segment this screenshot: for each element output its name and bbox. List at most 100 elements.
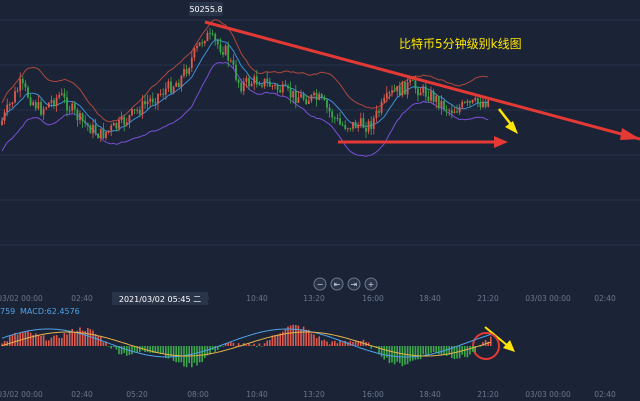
time-tick-label: 10:40 xyxy=(246,294,268,303)
candle-body xyxy=(255,76,258,85)
candle-body xyxy=(289,88,292,98)
candle-body xyxy=(456,111,458,113)
time-tick-label: 13:20 xyxy=(303,294,325,303)
candle-body xyxy=(237,79,240,83)
candle-body xyxy=(346,128,349,130)
candle-body xyxy=(305,99,308,104)
candle-body xyxy=(404,82,406,95)
macd-bar xyxy=(388,346,391,364)
candle-body xyxy=(190,57,193,69)
macd-bar xyxy=(469,346,471,355)
candle-body xyxy=(349,128,352,130)
macd-bar xyxy=(471,346,474,352)
candle-body xyxy=(229,60,232,62)
candle-body xyxy=(19,78,22,91)
time-tick-label: 05:20 xyxy=(126,390,148,399)
candle-body xyxy=(50,100,53,103)
candle-body xyxy=(68,110,71,112)
candle-body xyxy=(466,100,469,103)
candle-body xyxy=(16,90,19,92)
candle-body xyxy=(201,42,204,44)
candle-body xyxy=(323,97,326,101)
candle-body xyxy=(27,87,29,98)
macd-bar xyxy=(191,346,193,368)
candle-body xyxy=(112,123,115,126)
macd-bar xyxy=(146,346,149,352)
candle-body xyxy=(224,45,227,55)
candle-body xyxy=(29,97,32,106)
macd-bar xyxy=(172,346,175,362)
macd-bar xyxy=(438,346,440,355)
candle-body xyxy=(281,84,284,93)
candle-body xyxy=(372,118,375,129)
zoom-button-glyph: ⇥ xyxy=(351,280,358,289)
macd-bar xyxy=(380,346,383,357)
zoom-button-glyph: ⇤ xyxy=(334,280,341,289)
macd-bar xyxy=(349,340,352,346)
macd-bar xyxy=(435,346,437,353)
candle-body xyxy=(271,85,274,87)
candle-body xyxy=(14,91,16,103)
candle-body xyxy=(196,45,198,49)
macd-bar xyxy=(87,327,89,346)
chart-title: 比特币5分钟级别k线图 xyxy=(399,36,522,51)
macd-bar xyxy=(417,346,419,360)
macd-bar xyxy=(269,340,271,346)
candle-body xyxy=(279,89,282,93)
macd-bar xyxy=(68,331,71,346)
time-tick-label: 13:20 xyxy=(303,390,325,399)
candle-body xyxy=(292,90,295,98)
candle-body xyxy=(326,100,328,108)
macd-bar xyxy=(422,346,424,355)
candle-body xyxy=(123,116,126,125)
candle-body xyxy=(266,78,269,82)
price-marker: 50255.8 xyxy=(189,2,223,16)
candle-body xyxy=(482,101,484,108)
scroll-end-button[interactable]: ⇥ xyxy=(347,277,361,291)
candle-body xyxy=(8,104,11,106)
candle-body xyxy=(157,93,159,104)
macd-bar xyxy=(248,343,250,346)
macd-bar xyxy=(266,340,268,346)
candle-body xyxy=(333,117,336,119)
macd-bar xyxy=(204,346,206,358)
scroll-start-button[interactable]: ⇤ xyxy=(330,277,344,291)
macd-bar xyxy=(334,340,336,346)
candle-body xyxy=(206,32,209,41)
chart-canvas: 50255.8 比特币5分钟级别k线图 − ⇤ ⇥ + 03/02 00:00 02:4… xyxy=(0,2,640,399)
macd-bar xyxy=(66,334,68,346)
candle-body xyxy=(406,82,409,95)
zoom-out-button[interactable]: − xyxy=(313,277,327,291)
macd-bar xyxy=(45,340,47,346)
downtrend-arrowhead xyxy=(620,128,640,140)
candle-body xyxy=(432,91,435,102)
candle-body xyxy=(352,121,354,129)
candle-body xyxy=(84,121,87,124)
candle-body xyxy=(248,78,250,87)
macd-bar xyxy=(27,331,29,346)
candle-body xyxy=(131,109,133,116)
candle-body xyxy=(359,118,362,125)
zoom-in-button[interactable]: + xyxy=(364,277,378,291)
candle-body xyxy=(40,102,42,115)
macd-bar xyxy=(289,325,292,346)
zoom-controls[interactable]: − ⇤ ⇥ + xyxy=(313,277,378,291)
candle-body xyxy=(424,86,427,97)
candle-body xyxy=(105,131,107,138)
zoom-button-glyph: − xyxy=(317,280,324,289)
macd-bar xyxy=(315,338,318,346)
candle-body xyxy=(409,79,412,83)
macd-bar xyxy=(107,346,110,347)
candle-body xyxy=(401,82,404,96)
candle-body xyxy=(21,78,24,84)
candle-body xyxy=(58,94,61,98)
candle-body xyxy=(73,103,76,110)
candle-body xyxy=(240,82,243,92)
macd-bar xyxy=(37,335,40,346)
macd-bar xyxy=(331,341,333,346)
candle-body xyxy=(341,124,344,126)
candle-body xyxy=(365,127,367,132)
time-axis-top: 03/02 00:0002:4005:2008:0010:4013:2016:0… xyxy=(0,294,616,303)
candle-body xyxy=(487,100,490,107)
candle-body xyxy=(474,98,477,100)
